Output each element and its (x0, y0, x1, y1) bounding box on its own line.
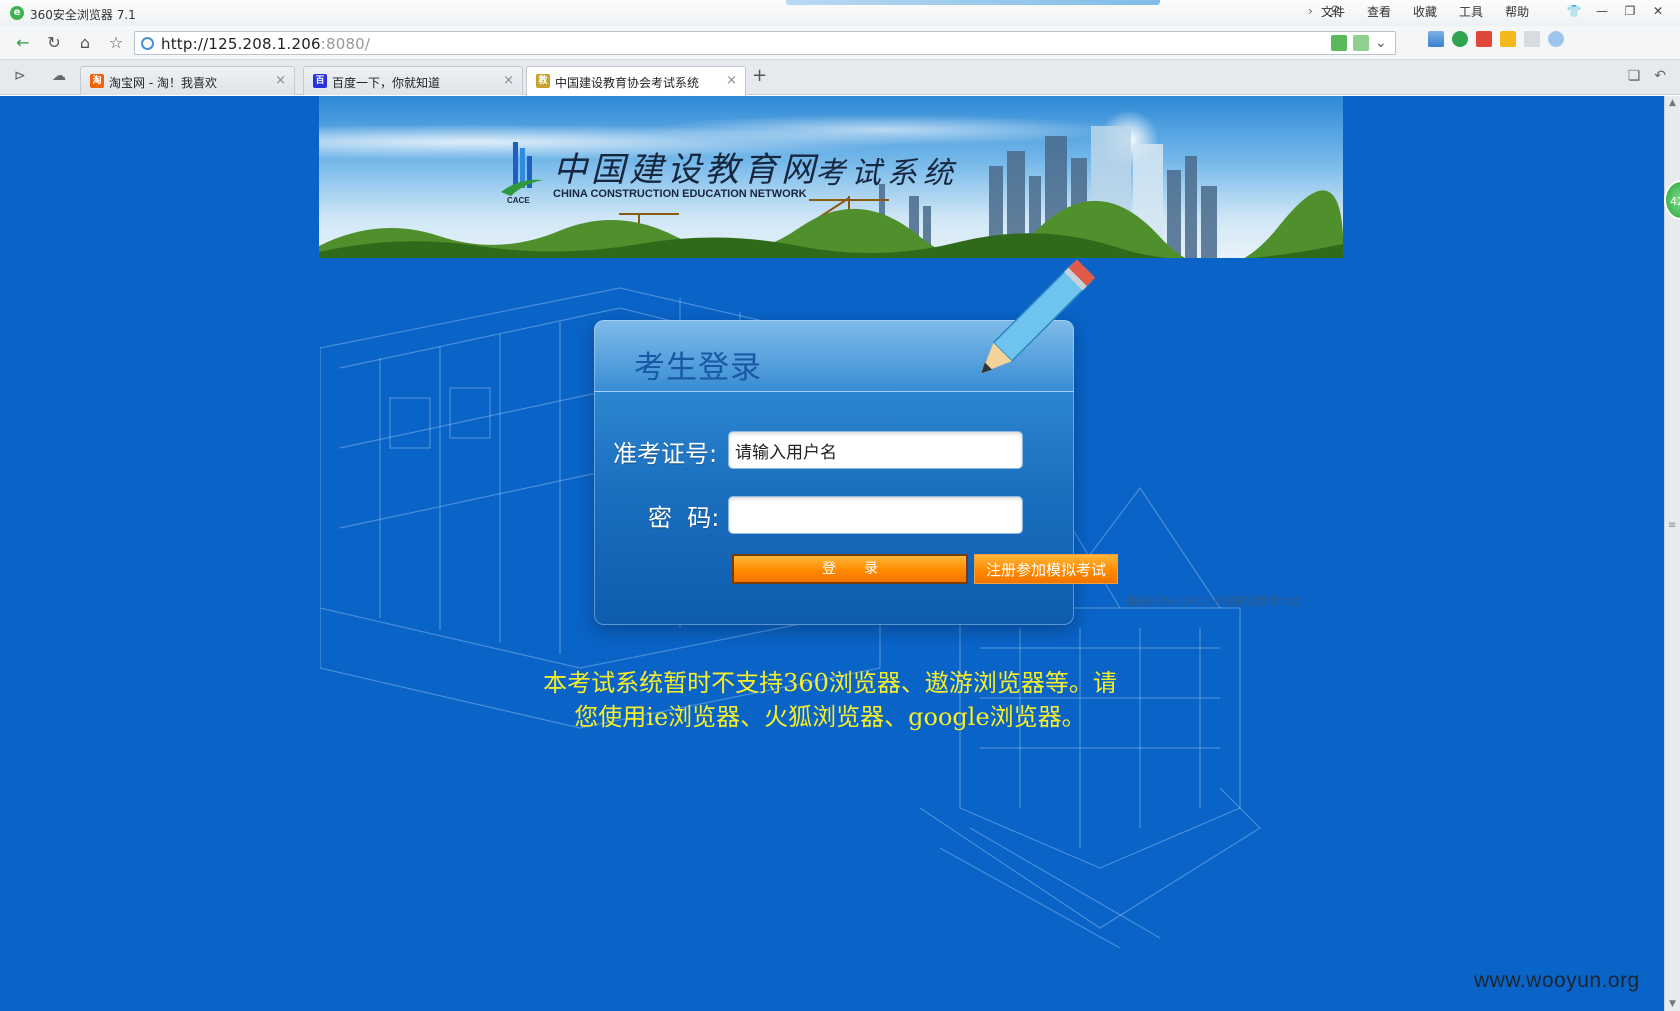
star-icon[interactable]: ☆ (105, 33, 127, 53)
scroll-down-arrow-icon[interactable]: ▼ (1669, 999, 1676, 1009)
exam-favicon-icon: 教 (536, 74, 550, 88)
new-tab-button[interactable]: + (752, 65, 767, 86)
window-controls: 👕 — ❐ ✕ (1560, 2, 1672, 20)
tab-baidu[interactable]: 百 百度一下，你就知道 × (303, 66, 523, 95)
browser-logo-icon: e (10, 6, 24, 20)
screenshot-icon[interactable] (1524, 31, 1540, 47)
pencil-icon (981, 260, 1096, 374)
minimize-button[interactable]: — (1588, 2, 1616, 20)
globe-icon (141, 37, 154, 50)
safe-pay-icon[interactable] (1452, 31, 1468, 47)
browser-title: 360安全浏览器 7.1 (30, 8, 136, 22)
menu-help[interactable]: 帮助 (1494, 4, 1540, 20)
exam-id-label: 准考证号: (613, 440, 718, 468)
refresh-icon[interactable]: ↻ (43, 33, 65, 53)
notice-line-1: 本考试系统暂时不支持360浏览器、遨游浏览器等。请 (543, 669, 1117, 697)
undo-close-icon[interactable]: ↶ (1654, 68, 1666, 84)
restore-tabs-icon[interactable]: ❏ (1628, 68, 1641, 84)
compat-mode-icon[interactable] (1353, 35, 1369, 51)
close-tab-icon[interactable]: × (275, 73, 286, 88)
notification-strip (786, 0, 1160, 5)
vertical-scrollbar[interactable]: ▲ ≡ ▼ (1664, 96, 1680, 1011)
menu-view[interactable]: 查看 (1356, 4, 1402, 20)
tab-taobao[interactable]: 淘 淘宝网 - 淘！我喜欢 × (80, 66, 295, 95)
logo-abbr: CACE (507, 196, 530, 205)
scroll-grip-icon[interactable]: ≡ (1668, 520, 1676, 531)
notice-line-2: 您使用ie浏览器、火狐浏览器、google浏览器。 (574, 703, 1086, 731)
tab-exam-system[interactable]: 教 中国建设教育协会考试系统 × (526, 66, 746, 96)
cace-logo-icon (501, 142, 543, 196)
address-toolbar: ← ↻ ⌂ ☆ http://125.208.1.206:8080/ ⌄ (0, 26, 1680, 60)
scroll-up-arrow-icon[interactable]: ▲ (1669, 98, 1676, 108)
skin-icon[interactable]: 👕 (1560, 2, 1588, 20)
password-input[interactable] (728, 496, 1023, 534)
tab-bar: ⊳ ☁ 淘 淘宝网 - 淘！我喜欢 × 百 百度一下，你就知道 × 教 中国建设… (0, 60, 1680, 96)
login-title: 考生登录 (634, 350, 762, 386)
copyright-text: 版权所有©2012 中国建设教育协会 (1127, 595, 1302, 608)
logo-exam-system: 考试系统 (815, 156, 959, 191)
close-window-button[interactable]: ✕ (1644, 2, 1672, 20)
tab-label: 中国建设教育协会考试系统 (555, 76, 700, 90)
back-arrow-icon[interactable]: ← (12, 33, 34, 53)
login-button[interactable]: 登录 (732, 554, 968, 584)
url-field[interactable]: http://125.208.1.206:8080/ ⌄ (134, 31, 1396, 55)
menu-tools[interactable]: 工具 (1448, 4, 1494, 20)
menu-bar: 文件 查看 收藏 工具 帮助 (1310, 4, 1540, 20)
dropdown-chevron-icon[interactable]: ⌄ (1375, 35, 1391, 51)
page-content: 中国建设教育网 考试系统 CHINA CONSTRUCTION EDUCATIO… (0, 96, 1664, 1011)
adblock-icon[interactable] (1476, 31, 1492, 47)
menu-favorites[interactable]: 收藏 (1402, 4, 1448, 20)
baidu-favicon-icon: 百 (313, 74, 327, 88)
logo-english-name: CHINA CONSTRUCTION EDUCATION NETWORK (553, 188, 807, 200)
site-banner: 中国建设教育网 考试系统 CHINA CONSTRUCTION EDUCATIO… (319, 96, 1343, 258)
tab-label: 淘宝网 - 淘！我喜欢 (109, 76, 217, 90)
app-grid-icon[interactable] (1428, 31, 1444, 47)
qr-code-icon[interactable] (1331, 35, 1347, 51)
menu-file[interactable]: 文件 (1310, 4, 1356, 20)
exam-id-input[interactable] (728, 431, 1023, 469)
restore-button[interactable]: ❐ (1616, 2, 1644, 20)
extension-icons (1428, 31, 1564, 47)
tab-label: 百度一下，你就知道 (332, 76, 441, 90)
watermark-text: www.wooyun.org (1474, 969, 1640, 992)
search-icon[interactable] (1548, 31, 1564, 47)
register-mock-exam-button[interactable]: 注册参加模拟考试 (974, 554, 1118, 584)
close-tab-icon[interactable]: × (503, 73, 514, 88)
logo-chinese-name: 中国建设教育网 (553, 150, 819, 190)
browser-titlebar: e 360安全浏览器 7.1 › 文件 查看 收藏 工具 帮助 👕 — ❐ ✕ (0, 0, 1680, 26)
taobao-favicon-icon: 淘 (90, 74, 104, 88)
cloud-icon[interactable]: ☁ (52, 68, 66, 84)
url-text: http://125.208.1.206:8080/ (161, 35, 371, 53)
extension-icon[interactable] (1500, 31, 1516, 47)
sidebar-toggle-icon[interactable]: ⊳ (14, 68, 26, 84)
close-tab-icon[interactable]: × (726, 73, 737, 88)
browser-compat-notice: 本考试系统暂时不支持360浏览器、遨游浏览器等。请 您使用ie浏览器、火狐浏览器… (400, 666, 1260, 734)
home-icon[interactable]: ⌂ (74, 33, 96, 53)
password-label: 密 码: (648, 504, 720, 532)
